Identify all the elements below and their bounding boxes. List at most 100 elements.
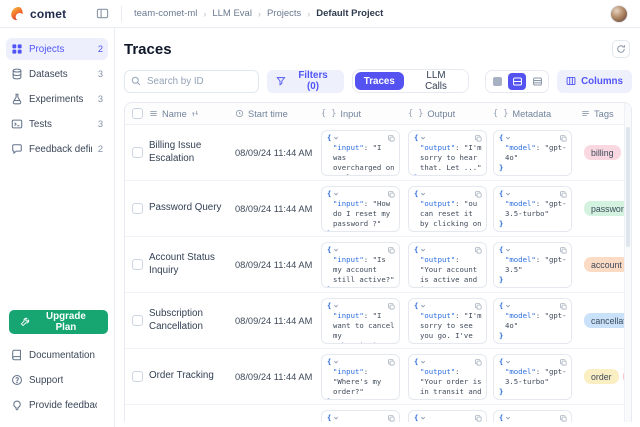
input-json-cell[interactable]: { "input": "I want to cancel my subscrip… xyxy=(321,298,400,344)
input-json-cell[interactable]: { "input": "I was overcharged on my last… xyxy=(321,130,400,176)
input-json-cell[interactable]: { "input": "How do I reset my password ?… xyxy=(321,186,400,232)
column-header-metadata[interactable]: { } Metadata xyxy=(493,109,581,119)
input-json-cell[interactable]: { "input": "Is my account still active?"… xyxy=(321,242,400,288)
row-checkbox[interactable] xyxy=(132,203,143,214)
table-row[interactable]: Password Query 08/09/24 11:44 AM { "inpu… xyxy=(125,181,631,237)
output-json-cell[interactable]: { "output": "ou can reset it by clicking… xyxy=(408,186,487,232)
sidebar-item-projects[interactable]: Projects 2 xyxy=(6,38,108,60)
expand-chevron-icon[interactable] xyxy=(333,415,339,421)
sidebar-toggle-icon[interactable] xyxy=(96,7,109,20)
table-scrollbar[interactable] xyxy=(624,103,631,422)
copy-icon[interactable] xyxy=(388,135,395,142)
expand-chevron-icon[interactable] xyxy=(420,135,426,141)
tag-order[interactable]: order xyxy=(584,369,619,384)
user-avatar[interactable] xyxy=(610,5,628,23)
expand-chevron-icon[interactable] xyxy=(333,359,339,365)
copy-icon[interactable] xyxy=(475,415,482,422)
table-row[interactable]: Subscription Cancellation 08/09/24 11:44… xyxy=(125,293,631,349)
sidebar-item-documentation[interactable]: Documentation xyxy=(6,344,108,366)
metadata-json-cell[interactable]: { "model": "gpt-3.5" } xyxy=(493,242,572,288)
expand-chevron-icon[interactable] xyxy=(505,415,511,421)
expand-chevron-icon[interactable] xyxy=(505,303,511,309)
refresh-button[interactable] xyxy=(612,40,630,58)
copy-icon[interactable] xyxy=(388,247,395,254)
tag-account[interactable]: account xyxy=(584,257,629,272)
breadcrumb-default-project[interactable]: Default Project xyxy=(316,8,383,19)
output-json-cell[interactable]: { "output": "Your order is in transit an… xyxy=(408,354,487,400)
search-input[interactable] xyxy=(124,70,259,93)
density-large-button[interactable] xyxy=(528,73,546,90)
copy-icon[interactable] xyxy=(388,303,395,310)
column-header-input[interactable]: { } Input xyxy=(321,109,408,119)
copy-icon[interactable] xyxy=(475,303,482,310)
tab-traces[interactable]: Traces xyxy=(355,72,404,90)
copy-icon[interactable] xyxy=(475,247,482,254)
copy-icon[interactable] xyxy=(388,415,395,422)
copy-icon[interactable] xyxy=(475,191,482,198)
metadata-json-cell[interactable]: { "model": "gpt-3.5" } xyxy=(493,410,572,423)
select-all-checkbox[interactable] xyxy=(132,108,143,119)
columns-button[interactable]: Columns xyxy=(557,70,632,93)
sidebar-item-experiments[interactable]: Experiments 3 xyxy=(6,88,108,110)
density-small-button[interactable] xyxy=(488,73,506,90)
row-checkbox[interactable] xyxy=(132,147,143,158)
expand-chevron-icon[interactable] xyxy=(333,135,339,141)
column-header-name[interactable]: Name xyxy=(149,109,235,119)
tag-billing[interactable]: billing xyxy=(584,145,621,160)
sidebar-item-tests[interactable]: Tests 3 xyxy=(6,113,108,135)
expand-chevron-icon[interactable] xyxy=(420,303,426,309)
table-row[interactable]: Order Tracking 08/09/24 11:44 AM { "inpu… xyxy=(125,349,631,405)
metadata-json-cell[interactable]: { "model": "gpt-4o" } xyxy=(493,130,572,176)
filters-button[interactable]: Filters (0) xyxy=(267,70,343,93)
output-json-cell[interactable]: { "output": "Your account is active and … xyxy=(408,242,487,288)
breadcrumb-projects[interactable]: Projects xyxy=(267,8,301,19)
input-json-cell[interactable]: { "input": "Where's my order?" } xyxy=(321,354,400,400)
output-json-cell[interactable]: { "output": "I'm sorry to see you go. I'… xyxy=(408,298,487,344)
output-json-cell[interactable]: { "output": "I'm sorry to hear that. Let… xyxy=(408,130,487,176)
column-header-start-time[interactable]: Start time xyxy=(235,109,321,119)
expand-chevron-icon[interactable] xyxy=(420,359,426,365)
tab-llm-calls[interactable]: LLM Calls xyxy=(406,72,466,90)
row-checkbox[interactable] xyxy=(132,259,143,270)
copy-icon[interactable] xyxy=(475,135,482,142)
expand-chevron-icon[interactable] xyxy=(505,191,511,197)
column-header-output[interactable]: { } Output xyxy=(408,109,493,119)
copy-icon[interactable] xyxy=(560,247,567,254)
expand-chevron-icon[interactable] xyxy=(420,247,426,253)
copy-icon[interactable] xyxy=(560,359,567,366)
expand-chevron-icon[interactable] xyxy=(333,191,339,197)
metadata-json-cell[interactable]: { "model": "gpt-3.5-turbo" } xyxy=(493,354,572,400)
sidebar-item-provide-feedback[interactable]: Provide feedback xyxy=(6,394,108,416)
copy-icon[interactable] xyxy=(560,135,567,142)
metadata-json-cell[interactable]: { "model": "gpt-3.5-turbo" } xyxy=(493,186,572,232)
copy-icon[interactable] xyxy=(475,359,482,366)
upgrade-plan-button[interactable]: Upgrade Plan xyxy=(9,310,108,334)
density-medium-button[interactable] xyxy=(508,73,526,90)
copy-icon[interactable] xyxy=(560,303,567,310)
sidebar-item-support[interactable]: Support xyxy=(6,369,108,391)
copy-icon[interactable] xyxy=(560,415,567,422)
table-row[interactable]: Billing Issue Escalation 08/09/24 11:44 … xyxy=(125,125,631,181)
row-checkbox[interactable] xyxy=(132,371,143,382)
table-row[interactable]: Refund Request 08/09/24 11:44 AM { "inpu… xyxy=(125,405,631,422)
table-row[interactable]: Account Status Inquiry 08/09/24 11:44 AM… xyxy=(125,237,631,293)
copy-icon[interactable] xyxy=(560,191,567,198)
comet-logo[interactable]: comet xyxy=(10,6,88,21)
sidebar-item-datasets[interactable]: Datasets 3 xyxy=(6,63,108,85)
metadata-json-cell[interactable]: { "model": "gpt-4o" } xyxy=(493,298,572,344)
output-json-cell[interactable]: { "output": "I've submitted your refund … xyxy=(408,410,487,423)
sort-icon[interactable] xyxy=(191,109,199,118)
input-json-cell[interactable]: { "input": "Can I get a refund for my la… xyxy=(321,410,400,423)
breadcrumb[interactable]: team-comet-ml›LLM Eval›Projects›Default … xyxy=(134,8,383,19)
copy-icon[interactable] xyxy=(388,359,395,366)
sidebar-item-feedback-definitions[interactable]: Feedback definitions 2 xyxy=(6,138,108,160)
row-checkbox[interactable] xyxy=(132,315,143,326)
expand-chevron-icon[interactable] xyxy=(420,415,426,421)
expand-chevron-icon[interactable] xyxy=(333,303,339,309)
breadcrumb-llm-eval[interactable]: LLM Eval xyxy=(212,8,252,19)
expand-chevron-icon[interactable] xyxy=(505,247,511,253)
copy-icon[interactable] xyxy=(388,191,395,198)
expand-chevron-icon[interactable] xyxy=(333,247,339,253)
expand-chevron-icon[interactable] xyxy=(505,135,511,141)
expand-chevron-icon[interactable] xyxy=(505,359,511,365)
